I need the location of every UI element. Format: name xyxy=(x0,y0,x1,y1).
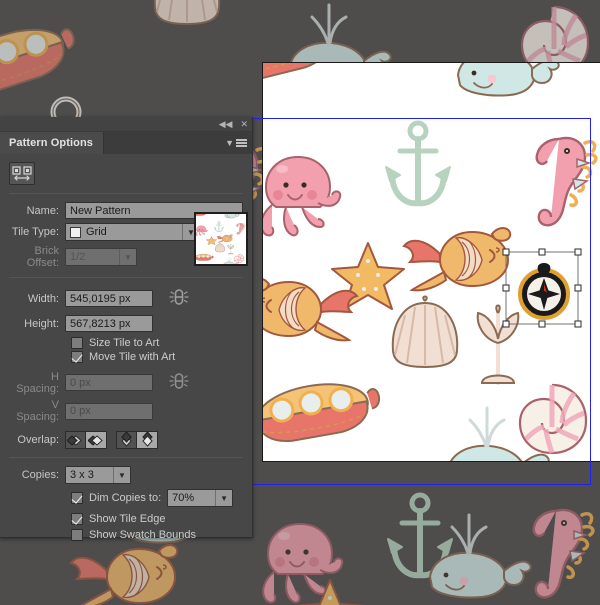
tile-type-label: Tile Type: xyxy=(11,226,59,238)
show-swatch-bounds-label: Show Swatch Bounds xyxy=(89,529,197,541)
v-spacing-label: V Spacing: xyxy=(16,399,59,423)
dim-copies-checkbox[interactable] xyxy=(71,492,83,504)
brick-offset-value: 1/2 xyxy=(70,251,86,263)
chevron-down-icon: ▼ xyxy=(225,138,234,148)
grid-icon xyxy=(70,226,81,238)
tile-width-input[interactable] xyxy=(65,290,153,307)
copies-row: Copies: 3 x 3 ▼ xyxy=(9,464,243,486)
show-tile-edge-checkbox[interactable] xyxy=(71,513,83,525)
copies-label: Copies: xyxy=(21,469,59,481)
collapse-icon[interactable]: ◀◀ xyxy=(219,119,233,129)
panel-tabbar: Pattern Options ▼ xyxy=(0,132,252,154)
size-tile-to-art-checkbox[interactable] xyxy=(71,337,83,349)
show-tile-edge-label: Show Tile Edge xyxy=(89,513,166,525)
h-spacing-label: H Spacing: xyxy=(16,370,59,395)
h-spacing-row: H Spacing: xyxy=(9,368,243,397)
overlap-buttons xyxy=(65,431,158,449)
height-row: Height: xyxy=(9,313,243,334)
dim-copies-row: Dim Copies to: 70% ▼ xyxy=(9,488,243,508)
overlap-vertical-set xyxy=(116,431,158,449)
v-spacing-row: V Spacing: xyxy=(9,397,243,425)
name-label: Name: xyxy=(26,204,59,217)
link-spacing-icon[interactable] xyxy=(169,370,189,395)
chevron-down-icon: ▼ xyxy=(215,490,233,506)
illustrator-pattern-editor: ◀◀ ✕ Pattern Options ▼ Name: New Pattern… xyxy=(0,0,600,605)
divider-1 xyxy=(9,193,243,194)
tile-type-select[interactable]: Grid ▼ xyxy=(65,223,200,241)
move-tile-with-art-checkbox[interactable] xyxy=(71,351,83,363)
brick-offset-label: Brick Offset: xyxy=(26,245,59,269)
pattern-options-panel[interactable]: ◀◀ ✕ Pattern Options ▼ Name: New Pattern… xyxy=(0,117,253,541)
panel-titlebar: ◀◀ ✕ xyxy=(0,117,252,132)
move-tile-with-art-row: Move Tile with Art xyxy=(9,350,243,364)
width-label: Width: xyxy=(27,292,59,305)
show-tile-edge-row: Show Tile Edge xyxy=(9,512,243,526)
chevron-down-icon: ▼ xyxy=(113,467,130,483)
width-row: Width: xyxy=(9,284,243,313)
link-width-height-icon[interactable] xyxy=(169,286,189,311)
height-label: Height: xyxy=(24,317,59,330)
size-tile-to-art-label: Size Tile to Art xyxy=(89,337,160,349)
swap-tile-art-icon[interactable] xyxy=(9,162,35,185)
copies-select[interactable]: 3 x 3 ▼ xyxy=(65,466,131,484)
tabbar-filler xyxy=(104,132,225,154)
selected-artwork-compass[interactable] xyxy=(502,248,584,328)
tile-type-value: Grid xyxy=(86,226,107,238)
overlap-row: Overlap: xyxy=(9,429,243,451)
overlap-bottom-in-front-button[interactable] xyxy=(137,431,158,449)
tile-type-value-wrap: Grid xyxy=(66,224,182,240)
v-spacing-input xyxy=(65,402,153,420)
pattern-swatch-thumbnail[interactable] xyxy=(194,212,248,266)
chevron-down-icon: ▼ xyxy=(119,249,136,265)
overlap-label: Overlap: xyxy=(17,434,59,446)
h-spacing-input xyxy=(65,374,153,391)
tool-row xyxy=(0,154,252,191)
overlap-horizontal-set xyxy=(65,431,107,449)
copies-value: 3 x 3 xyxy=(70,469,94,481)
tab-pattern-options[interactable]: Pattern Options xyxy=(0,132,105,154)
dim-copies-value: 70% xyxy=(172,492,195,504)
brick-offset-select: 1/2 ▼ xyxy=(65,248,137,266)
divider-3 xyxy=(9,457,243,458)
size-tile-to-art-row: Size Tile to Art xyxy=(9,336,243,350)
close-icon[interactable]: ✕ xyxy=(240,119,248,129)
panel-menu-icon[interactable]: ▼ xyxy=(225,132,252,154)
dim-copies-select[interactable]: 70% ▼ xyxy=(167,489,234,507)
dim-copies-label: Dim Copies to: xyxy=(89,492,162,504)
show-swatch-bounds-row: Show Swatch Bounds xyxy=(9,528,243,542)
divider-2 xyxy=(9,277,243,278)
panel-body: Name: Tile Type: Grid ▼ Brick Offset: 1/… xyxy=(0,154,252,542)
selection-bounding-box xyxy=(502,248,582,328)
move-tile-with-art-label: Move Tile with Art xyxy=(89,351,176,363)
overlap-left-in-front-button[interactable] xyxy=(65,431,86,449)
show-swatch-bounds-checkbox[interactable] xyxy=(71,529,83,541)
overlap-top-in-front-button[interactable] xyxy=(116,431,137,449)
overlap-right-in-front-button[interactable] xyxy=(86,431,107,449)
tile-height-input[interactable] xyxy=(65,315,153,332)
hamburger-icon xyxy=(236,138,247,149)
